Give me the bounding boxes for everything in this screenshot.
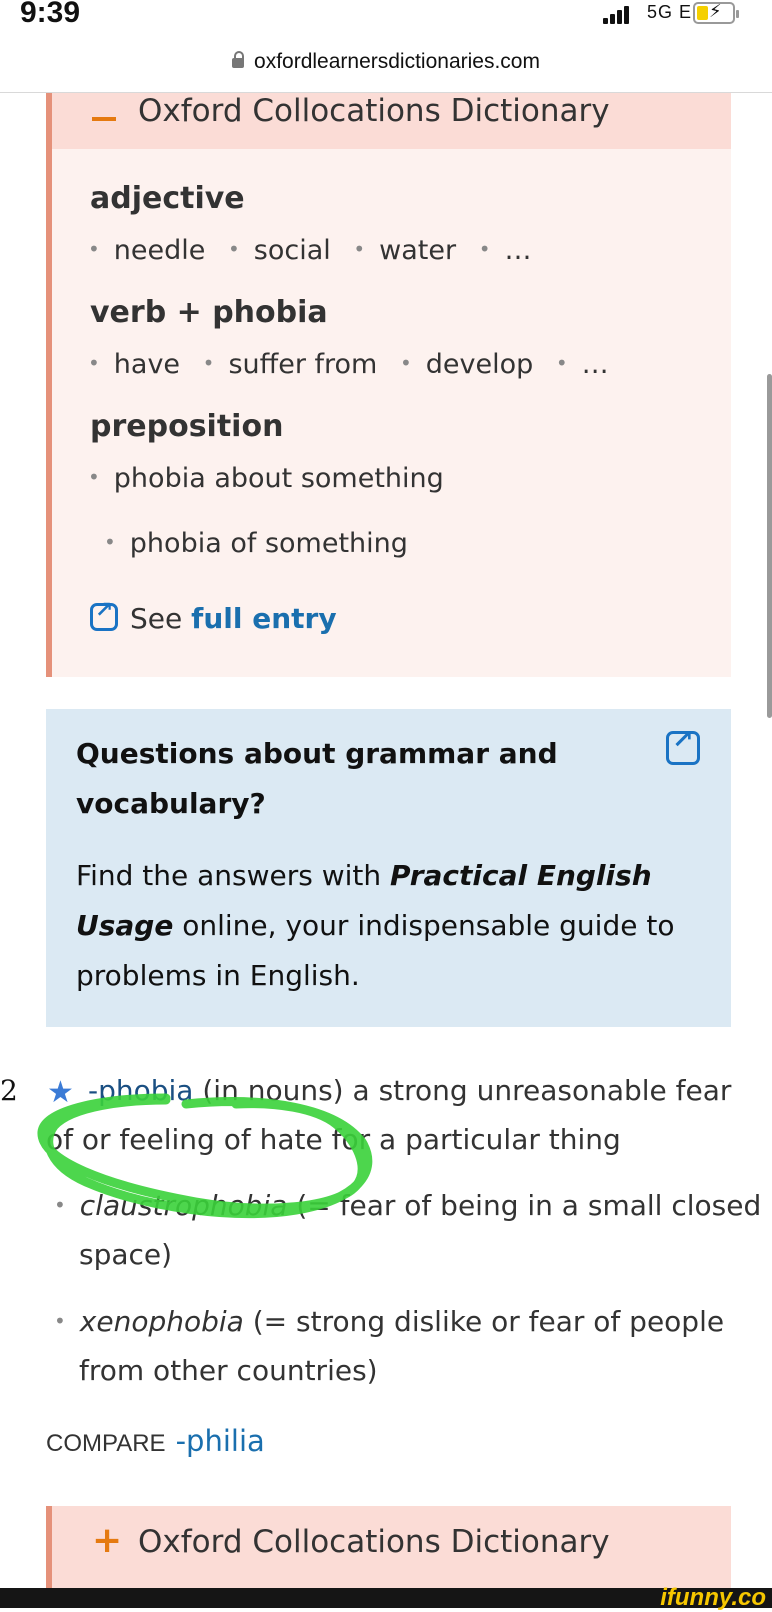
see-full-entry[interactable]: See full entry	[90, 598, 337, 635]
clock: 9:39	[20, 0, 81, 29]
section-heading-adjective: adjective	[90, 181, 245, 216]
compare-link[interactable]: -philia	[176, 1424, 265, 1458]
signal-icon	[603, 6, 633, 24]
collocations-panel-collapsed[interactable]: + Oxford Collocations Dictionary	[46, 1506, 731, 1590]
address-bar[interactable]: oxfordlearnersdictionaries.com	[0, 44, 772, 93]
compare-label: COMPARE	[46, 1430, 166, 1457]
collocations-title: Oxford Collocations Dictionary	[138, 93, 610, 129]
status-bar: 9:39 5G E ⚡	[0, 0, 772, 36]
scrollbar[interactable]	[767, 374, 772, 718]
example-2: • xenophobia (= strong dislike or fear of…	[54, 1305, 725, 1338]
lock-icon	[232, 51, 245, 68]
collocation-item: phobia about something	[113, 463, 444, 494]
collocation-item: have	[113, 349, 181, 380]
definition-text-1: a strong unreasonable fear	[343, 1074, 732, 1107]
section-heading-verb: verb + phobia	[90, 295, 328, 330]
example-term: xenophobia	[79, 1305, 244, 1338]
sense-number: 2	[0, 1074, 18, 1107]
expand-icon[interactable]: +	[92, 1520, 122, 1561]
example-gloss: (= strong dislike or fear of people	[243, 1305, 725, 1338]
example-1-continued: space)	[79, 1238, 173, 1271]
questions-text-prefix: Find the answers with	[76, 859, 391, 892]
collocations-header[interactable]: Oxford Collocations Dictionary	[52, 93, 731, 149]
watermark-bar	[0, 1588, 772, 1608]
compare-row: COMPARE -philia	[46, 1424, 265, 1458]
collocations-title-2: Oxford Collocations Dictionary	[138, 1524, 610, 1560]
green-scribble-annotation	[37, 1093, 373, 1218]
collocation-item: …	[581, 349, 609, 380]
questions-external-link[interactable]	[666, 725, 700, 765]
collocation-item: suffer from	[228, 349, 378, 380]
full-entry-link[interactable]: full entry	[191, 602, 336, 635]
collocation-item: water	[379, 235, 457, 266]
section-heading-preposition: preposition	[90, 409, 284, 444]
questions-title: Questions about grammar and vocabulary?	[76, 737, 558, 820]
collocation-item: social	[253, 235, 331, 266]
collocation-item: phobia of something	[129, 528, 408, 559]
collocation-item: needle	[113, 235, 206, 266]
example-2-continued: from other countries)	[79, 1354, 378, 1387]
collapse-icon[interactable]	[92, 117, 116, 121]
external-link-icon[interactable]	[90, 598, 118, 631]
collocation-list-verb: • have • suffer from • develop •…	[88, 349, 609, 380]
questions-panel: Questions about grammar and vocabulary? …	[46, 709, 731, 1027]
network-type: 5G E	[647, 2, 693, 22]
collocation-list-adjective: • needle • social • water •…	[88, 235, 532, 266]
collocation-item: …	[504, 235, 532, 266]
questions-text: Find the answers with Practical English …	[76, 851, 696, 1001]
collocation-list-preposition-2: • phobia of something	[104, 528, 408, 559]
collocation-item: develop	[425, 349, 534, 380]
external-link-icon[interactable]	[666, 725, 700, 765]
collocations-panel: Oxford Collocations Dictionary adjective…	[46, 93, 731, 677]
collocation-list-preposition: • phobia about something	[88, 463, 444, 494]
url-text: oxfordlearnersdictionaries.com	[254, 50, 540, 73]
battery-icon: ⚡	[693, 1, 739, 24]
see-label: See	[130, 602, 183, 635]
